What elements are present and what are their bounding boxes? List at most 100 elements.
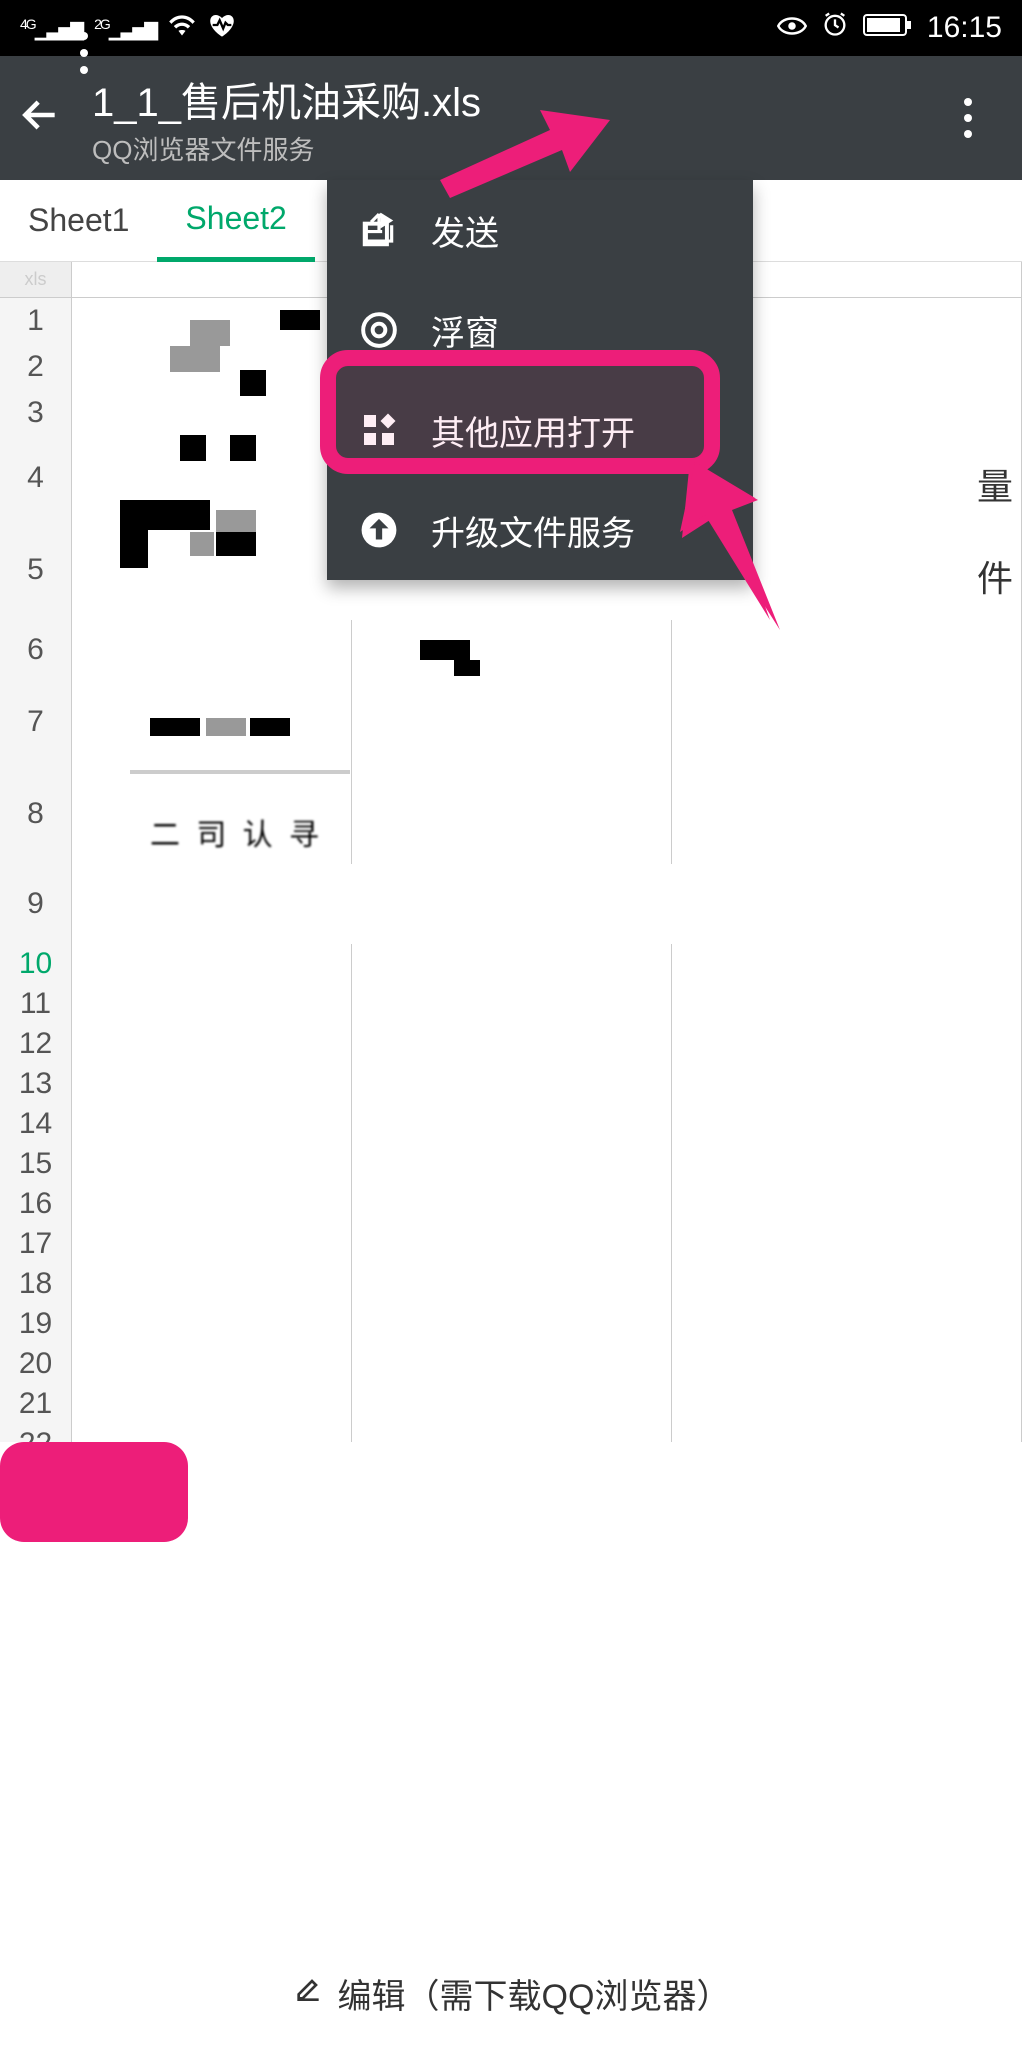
tab-sheet2[interactable]: Sheet2: [157, 180, 314, 262]
tab-sheet1[interactable]: Sheet1: [0, 180, 157, 262]
row-header-5[interactable]: 5: [0, 520, 72, 620]
cell[interactable]: [672, 1144, 1022, 1184]
cell[interactable]: [352, 1224, 672, 1264]
cell[interactable]: [672, 680, 1022, 764]
cell[interactable]: [672, 984, 1022, 1024]
battery-icon: [863, 11, 913, 45]
row-18[interactable]: 18: [0, 1264, 1022, 1304]
row-20[interactable]: 20: [0, 1344, 1022, 1384]
menu-upgrade-label: 升级文件服务: [431, 506, 635, 555]
share-icon: [357, 208, 401, 252]
cell[interactable]: [672, 764, 1022, 864]
menu-send-label: 发送: [431, 206, 499, 255]
annotation-arrow-2: [650, 460, 780, 630]
wifi-icon: [168, 14, 196, 43]
row-header-13[interactable]: 13: [0, 1064, 72, 1104]
cell[interactable]: [672, 1184, 1022, 1224]
cell[interactable]: [72, 1224, 352, 1264]
cell[interactable]: [72, 1264, 352, 1304]
cell[interactable]: [352, 1304, 672, 1344]
edit-icon: [292, 1973, 324, 2014]
cell[interactable]: [352, 1104, 672, 1144]
row-header-19[interactable]: 19: [0, 1304, 72, 1344]
cell[interactable]: [72, 944, 352, 984]
cell[interactable]: [672, 1104, 1022, 1144]
redacted-content: [90, 300, 350, 840]
row-header-9[interactable]: 9: [0, 864, 72, 944]
row-17[interactable]: 17: [0, 1224, 1022, 1264]
signal-2g-icon: 2G▁▃▅▇: [94, 16, 156, 41]
row-header-14[interactable]: 14: [0, 1104, 72, 1144]
row-9[interactable]: 9: [0, 864, 1022, 944]
row-header-8[interactable]: 8: [0, 764, 72, 864]
cell[interactable]: [352, 1264, 672, 1304]
cell[interactable]: [672, 944, 1022, 984]
row-header-1[interactable]: 1: [0, 298, 72, 344]
cell[interactable]: [352, 1064, 672, 1104]
float-window-icon: [357, 308, 401, 352]
cell[interactable]: [352, 764, 672, 864]
cell-peek: 量: [977, 458, 1013, 510]
row-header-7[interactable]: 7: [0, 680, 72, 764]
menu-open-with-label: 其他应用打开: [431, 406, 635, 455]
row-header-4[interactable]: 4: [0, 436, 72, 520]
row-header-12[interactable]: 12: [0, 1024, 72, 1064]
cell[interactable]: [72, 1304, 352, 1344]
cell[interactable]: [72, 1064, 352, 1104]
cell[interactable]: [672, 1024, 1022, 1064]
cell-peek: 件: [977, 550, 1013, 602]
cell[interactable]: [352, 944, 672, 984]
row-19[interactable]: 19: [0, 1304, 1022, 1344]
cell[interactable]: [352, 1024, 672, 1064]
row-10[interactable]: 10: [0, 944, 1022, 984]
row-16[interactable]: 16: [0, 1184, 1022, 1224]
row-header-15[interactable]: 15: [0, 1144, 72, 1184]
status-left: 4G▁▃▅▇ 2G▁▃▅▇: [20, 13, 236, 44]
row-header-17[interactable]: 17: [0, 1224, 72, 1264]
status-right: 16:15: [777, 10, 1002, 46]
row-header-11[interactable]: 11: [0, 984, 72, 1024]
cell[interactable]: [72, 1024, 352, 1064]
eye-icon: [777, 11, 807, 45]
back-button[interactable]: [18, 93, 68, 143]
cell[interactable]: [672, 1224, 1022, 1264]
row-15[interactable]: 15: [0, 1144, 1022, 1184]
cell[interactable]: [72, 864, 1022, 944]
row-header-2[interactable]: 2: [0, 344, 72, 390]
row-12[interactable]: 12: [0, 1024, 1022, 1064]
cell[interactable]: [352, 1344, 672, 1384]
cell[interactable]: [72, 1344, 352, 1384]
cell[interactable]: [72, 1184, 352, 1224]
apps-icon: [357, 408, 401, 452]
upgrade-icon: [357, 508, 401, 552]
row-header-16[interactable]: 16: [0, 1184, 72, 1224]
row-14[interactable]: 14: [0, 1104, 1022, 1144]
more-menu-button[interactable]: [932, 82, 1004, 154]
cell[interactable]: [72, 1104, 352, 1144]
row-header-6[interactable]: 6: [0, 620, 72, 680]
cell[interactable]: [352, 1144, 672, 1184]
menu-float[interactable]: 浮窗: [327, 280, 753, 380]
cell[interactable]: [352, 620, 672, 680]
row-header-10[interactable]: 10: [0, 944, 72, 984]
row-header-20[interactable]: 20: [0, 1344, 72, 1384]
cell[interactable]: [72, 984, 352, 1024]
cell[interactable]: [352, 680, 672, 764]
row-11[interactable]: 11: [0, 984, 1022, 1024]
row-13[interactable]: 13: [0, 1064, 1022, 1104]
cell[interactable]: [672, 1344, 1022, 1384]
more-vertical-icon: [964, 98, 972, 138]
bottom-edit-bar[interactable]: 编辑（需下载QQ浏览器）: [0, 1938, 1022, 2048]
cell[interactable]: [672, 1064, 1022, 1104]
cell[interactable]: [352, 1184, 672, 1224]
cell[interactable]: [352, 984, 672, 1024]
cell[interactable]: [72, 1144, 352, 1184]
row-header-3[interactable]: 3: [0, 390, 72, 436]
cell[interactable]: [672, 1304, 1022, 1344]
status-bar: 4G▁▃▅▇ 2G▁▃▅▇ 16:15: [0, 0, 1022, 56]
bottom-edit-label: 编辑（需下载QQ浏览器）: [338, 1969, 731, 2018]
corner-cell: xls: [0, 262, 72, 297]
cell[interactable]: [672, 1264, 1022, 1304]
annotation-arrow-1: [440, 110, 610, 200]
row-header-18[interactable]: 18: [0, 1264, 72, 1304]
